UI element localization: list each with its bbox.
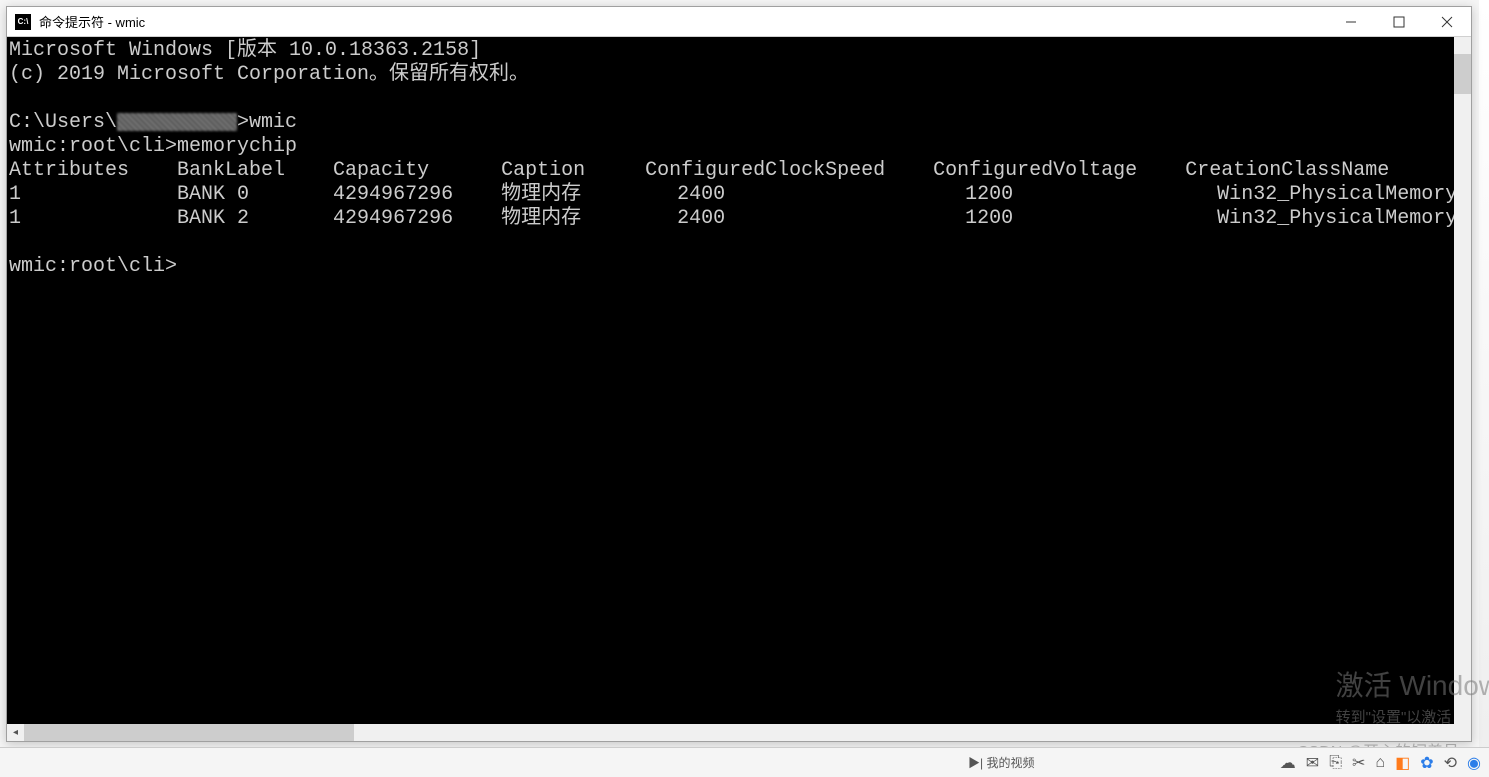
prompt1-pre: C:\Users\ (9, 111, 117, 134)
minimize-icon (1345, 16, 1357, 28)
taskbar-label[interactable]: ▶| 我的视频 (968, 754, 1034, 771)
cmd-window: C:\ 命令提示符 - wmic Microsoft Windows [版本 1… (6, 6, 1472, 742)
taskbar-icon[interactable]: ⎘ (1329, 754, 1342, 772)
taskbar-icon[interactable]: ☁ (1280, 753, 1296, 773)
horizontal-scrollbar[interactable]: ◂ (7, 724, 1471, 741)
page-right-edge (1479, 0, 1489, 777)
taskbar-icon[interactable]: ✉ (1306, 753, 1319, 773)
maximize-button[interactable] (1375, 7, 1423, 37)
watermark-line1: 激活 Window (1336, 664, 1489, 704)
taskbar-icon[interactable]: ⌂ (1375, 754, 1385, 772)
prompt2: wmic:root\cli>memorychip (9, 135, 297, 158)
table-header-row: Attributes BankLabel Capacity Caption Co… (9, 159, 1454, 182)
terminal-content[interactable]: Microsoft Windows [版本 10.0.18363.2158] (… (7, 37, 1454, 724)
vertical-scrollbar-thumb[interactable] (1454, 54, 1471, 94)
prompt3: wmic:root\cli> (9, 255, 177, 278)
taskbar-icon[interactable]: ◉ (1467, 753, 1481, 773)
cmd-app-icon: C:\ (15, 14, 31, 30)
activate-windows-watermark: 激活 Window 转到"设置"以激活 (1336, 664, 1489, 727)
watermark-line2: 转到"设置"以激活 (1336, 706, 1489, 727)
taskbar-icon[interactable]: ⟲ (1444, 753, 1457, 773)
horizontal-scrollbar-thumb[interactable] (24, 724, 354, 741)
close-icon (1441, 16, 1453, 28)
vertical-scrollbar[interactable] (1454, 37, 1471, 724)
titlebar[interactable]: C:\ 命令提示符 - wmic (7, 7, 1471, 37)
scroll-left-button[interactable]: ◂ (7, 724, 24, 741)
minimize-button[interactable] (1327, 7, 1375, 37)
table-row: 1 BANK 0 4294967296 物理内存 2400 1200 Win32… (9, 183, 1454, 206)
terminal-area: Microsoft Windows [版本 10.0.18363.2158] (… (7, 37, 1471, 741)
taskbar-icon[interactable]: ✂ (1352, 753, 1365, 773)
prompt1-post: >wmic (237, 111, 297, 134)
table-row: 1 BANK 2 4294967296 物理内存 2400 1200 Win32… (9, 207, 1454, 230)
taskbar-icon[interactable]: ◧ (1395, 753, 1410, 773)
redacted-username (117, 113, 237, 131)
taskbar-fragment: ▶| 我的视频 ☁ ✉ ⎘ ✂ ⌂ ◧ ✿ ⟲ ◉ (0, 747, 1489, 777)
banner-line1: Microsoft Windows [版本 10.0.18363.2158] (9, 39, 481, 62)
window-title: 命令提示符 - wmic (39, 12, 145, 31)
close-button[interactable] (1423, 7, 1471, 37)
maximize-icon (1393, 16, 1405, 28)
taskbar-icon[interactable]: ✿ (1420, 753, 1433, 773)
banner-line2: (c) 2019 Microsoft Corporation。保留所有权利。 (9, 63, 529, 86)
